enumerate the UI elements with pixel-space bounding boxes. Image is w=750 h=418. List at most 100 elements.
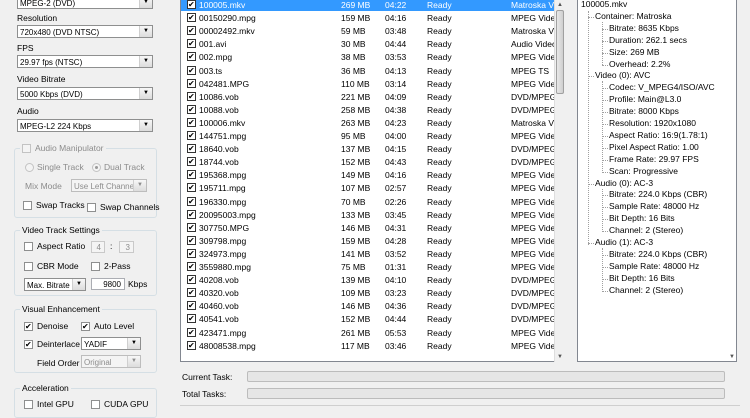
file-row-checkbox[interactable] — [187, 301, 196, 311]
single-track-radio[interactable]: Single Track — [25, 162, 84, 172]
file-row[interactable]: 144751.mpg 95 MB 04:00 Ready MPEG Video — [181, 130, 559, 142]
swap-tracks-checkbox[interactable]: Swap Tracks — [23, 200, 85, 210]
file-row[interactable]: 00002492.mkv 59 MB 03:48 Ready Matroska Vide… — [181, 25, 559, 37]
chevron-down-icon[interactable]: ▼ — [133, 180, 146, 191]
file-row-checkbox[interactable] — [187, 170, 196, 180]
file-row[interactable]: 195368.mpg 149 MB 04:16 Ready MPEG Video — [181, 169, 559, 181]
file-row-checkbox[interactable] — [187, 91, 196, 101]
two-pass-checkbox[interactable]: 2-Pass — [91, 261, 130, 271]
file-row[interactable]: 100005.mkv 269 MB 04:22 Ready Matroska Video — [181, 0, 559, 11]
file-row-checkbox[interactable] — [187, 117, 196, 127]
file-row[interactable]: 40460.vob 146 MB 04:36 Ready DVD/MPEG2 — [181, 300, 559, 312]
file-row-checkbox[interactable] — [187, 196, 196, 206]
file-row-checkbox[interactable] — [187, 248, 196, 258]
deinterlace-checkbox[interactable]: Deinterlace — [24, 339, 80, 349]
file-row[interactable]: 309798.mpg 159 MB 04:28 Ready MPEG Video — [181, 235, 559, 247]
aspect-ratio-width-input[interactable]: 4 — [91, 241, 105, 253]
file-row-checkbox[interactable] — [187, 104, 196, 114]
file-row[interactable]: 00150290.mpg 159 MB 04:16 Ready MPEG Video — [181, 12, 559, 24]
scroll-up-icon[interactable]: ▲ — [555, 0, 565, 10]
file-row[interactable]: 18744.vob 152 MB 04:43 Ready DVD/MPEG2 — [181, 156, 559, 168]
file-row[interactable]: 100006.mkv 263 MB 04:23 Ready Matroska Video — [181, 117, 559, 129]
file-row[interactable]: 423471.mpg 261 MB 05:53 Ready MPEG Video — [181, 327, 559, 339]
mix-mode-select[interactable]: Use Left Channel ▼ — [71, 179, 147, 192]
properties-root[interactable]: 100005.mkv — [581, 0, 627, 10]
file-row[interactable]: 3559880.mpg 75 MB 01:31 Ready MPEG Video — [181, 261, 559, 273]
dual-track-radio[interactable]: Dual Track — [92, 162, 145, 172]
chevron-down-icon[interactable]: ▼ — [72, 279, 85, 290]
field-order-select[interactable]: Original ▼ — [81, 355, 141, 368]
file-row-checkbox[interactable] — [187, 209, 196, 219]
file-row-checkbox[interactable] — [187, 314, 196, 324]
file-row[interactable]: 003.ts 36 MB 04:13 Ready MPEG TS — [181, 65, 559, 77]
file-row-checkbox[interactable] — [187, 327, 196, 337]
scroll-down-icon[interactable]: ▼ — [727, 352, 736, 361]
file-row-checkbox[interactable] — [187, 52, 196, 62]
file-row[interactable]: 20095003.mpg 133 MB 03:45 Ready MPEG Video — [181, 209, 559, 221]
properties-node[interactable]: Audio (0): AC-3 — [595, 178, 653, 189]
file-row[interactable]: 001.avi 30 MB 04:44 Ready Audio Video Interl… — [181, 38, 559, 50]
scroll-down-icon[interactable]: ▼ — [555, 352, 565, 362]
file-row[interactable]: 40320.vob 109 MB 03:23 Ready DVD/MPEG2 — [181, 287, 559, 299]
file-row-checkbox[interactable] — [187, 26, 196, 36]
file-row-checkbox[interactable] — [187, 0, 196, 9]
cbr-mode-checkbox[interactable]: CBR Mode — [24, 261, 79, 271]
file-list-scrollbar[interactable]: ▲ ▼ — [554, 0, 565, 362]
properties-node[interactable]: Audio (1): AC-3 — [595, 237, 653, 248]
properties-scrollbar[interactable]: ▼ — [727, 0, 736, 361]
aspect-ratio-height-input[interactable]: 3 — [119, 241, 134, 253]
file-row[interactable]: 195711.mpg 107 MB 02:57 Ready MPEG Video — [181, 182, 559, 194]
file-row-checkbox[interactable] — [187, 39, 196, 49]
denoise-checkbox[interactable]: Denoise — [24, 321, 68, 331]
auto-level-checkbox[interactable]: Auto Level — [81, 321, 134, 331]
deinterlace-select[interactable]: YADIF ▼ — [81, 337, 141, 350]
file-row[interactable]: 40541.vob 152 MB 04:44 Ready DVD/MPEG2 — [181, 313, 559, 325]
file-row[interactable]: 40208.vob 139 MB 04:10 Ready DVD/MPEG2 — [181, 274, 559, 286]
chevron-down-icon[interactable]: ▼ — [139, 56, 152, 67]
file-row-checkbox[interactable] — [187, 235, 196, 245]
file-row-checkbox[interactable] — [187, 275, 196, 285]
file-row[interactable]: 10088.vob 258 MB 04:38 Ready DVD/MPEG2 — [181, 104, 559, 116]
video-bitrate-select[interactable]: 5000 Kbps (DVD) ▼ — [17, 87, 153, 100]
file-row-checkbox[interactable] — [187, 183, 196, 193]
file-row-checkbox[interactable] — [187, 340, 196, 350]
properties-node[interactable]: Video (0): AVC — [595, 70, 650, 81]
max-bitrate-input[interactable]: 9800 — [91, 278, 125, 290]
file-row[interactable]: 18640.vob 137 MB 04:15 Ready DVD/MPEG2 — [181, 143, 559, 155]
file-list-scroll-thumb[interactable] — [556, 10, 564, 94]
file-row-checkbox[interactable] — [187, 144, 196, 154]
aspect-ratio-checkbox[interactable]: Aspect Ratio — [24, 241, 85, 251]
file-row-checkbox[interactable] — [187, 131, 196, 140]
file-row[interactable]: 10086.vob 221 MB 04:09 Ready DVD/MPEG2 — [181, 91, 559, 103]
video-codec-select[interactable]: MPEG-2 (DVD) ▼ — [17, 0, 153, 9]
audio-select[interactable]: MPEG-L2 224 Kbps ▼ — [17, 119, 153, 132]
chevron-down-icon[interactable]: ▼ — [127, 356, 140, 367]
file-row-checkbox[interactable] — [187, 65, 196, 75]
file-row[interactable]: 042481.MPG 110 MB 03:14 Ready MPEG Video — [181, 78, 559, 90]
intel-gpu-checkbox[interactable]: Intel GPU — [24, 399, 74, 409]
file-row[interactable]: 307750.MPG 146 MB 04:31 Ready MPEG Video — [181, 222, 559, 234]
chevron-down-icon[interactable]: ▼ — [139, 88, 152, 99]
properties-node[interactable]: Container: Matroska — [595, 11, 672, 22]
file-row-checkbox[interactable] — [187, 13, 196, 23]
file-row-checkbox[interactable] — [187, 262, 196, 271]
swap-channels-checkbox[interactable]: Swap Channels — [87, 202, 160, 212]
chevron-down-icon[interactable]: ▼ — [139, 120, 152, 131]
resolution-select[interactable]: 720x480 (DVD NTSC) ▼ — [17, 25, 153, 38]
file-row[interactable]: 002.mpg 38 MB 03:53 Ready MPEG Video — [181, 51, 559, 63]
chevron-down-icon[interactable]: ▼ — [139, 26, 152, 37]
audio-manipulator-toggle[interactable]: Audio Manipulator — [20, 143, 106, 153]
file-row[interactable]: 196330.mpg 70 MB 02:26 Ready MPEG Video — [181, 196, 559, 208]
chevron-down-icon[interactable]: ▼ — [139, 0, 152, 8]
file-row-checkbox[interactable] — [187, 288, 196, 298]
cuda-gpu-checkbox[interactable]: CUDA GPU — [91, 399, 148, 409]
max-bitrate-select[interactable]: Max. Bitrate ▼ — [24, 278, 86, 291]
file-row[interactable]: 48008538.mpg 117 MB 03:46 Ready MPEG Video — [181, 340, 559, 352]
file-row-checkbox[interactable] — [187, 222, 196, 232]
file-row-checkbox[interactable] — [187, 78, 196, 88]
fps-select[interactable]: 29.97 fps (NTSC) ▼ — [17, 55, 153, 68]
audio-manipulator-checkbox[interactable] — [22, 143, 31, 153]
file-row-checkbox[interactable] — [187, 157, 196, 167]
chevron-down-icon[interactable]: ▼ — [127, 338, 140, 349]
file-row[interactable]: 324973.mpg 141 MB 03:52 Ready MPEG Video — [181, 248, 559, 260]
